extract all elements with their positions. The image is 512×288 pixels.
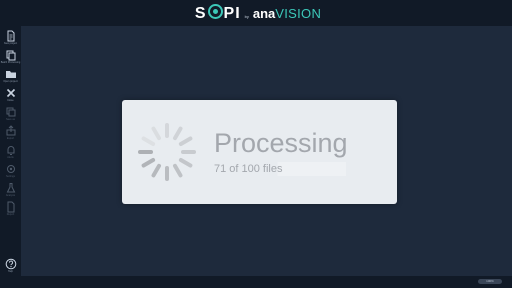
sidebar-item-help[interactable]: Help [0, 258, 21, 273]
sidebar-item-settings[interactable]: Settings [0, 163, 21, 178]
sidebar-item-save-as[interactable]: Save as [0, 106, 21, 121]
document-icon [7, 30, 14, 42]
sidebar-item-alerts[interactable]: Alerts [0, 144, 21, 159]
app-window: S PI by ana VISION New project Batch Proc… [0, 0, 512, 288]
status-bar: 100% [0, 276, 512, 288]
sidebar-item-label: Open project [3, 80, 18, 83]
logo-o-icon [207, 3, 223, 19]
sidebar-item-open-project[interactable]: Open project [0, 68, 21, 83]
flask-icon [6, 183, 15, 193]
sidebar-item-export[interactable]: Export [0, 125, 21, 140]
sidebar-item-new-project[interactable]: New project [0, 30, 21, 45]
folder-icon [5, 71, 16, 78]
brand-vision: VISION [275, 5, 322, 21]
sidebar-item-label: Report [6, 213, 15, 216]
duplicate-icon [6, 107, 15, 117]
brand-ana: ana [252, 5, 276, 21]
sidebar-item-label: Batch Processing [0, 61, 21, 64]
sidebar-item-label: Save as [5, 118, 16, 121]
sidebar-item-close[interactable]: Close [0, 87, 21, 102]
copy-icon [6, 50, 15, 61]
sidebar-item-label: New project [3, 42, 18, 45]
sidebar-item-label: Help [7, 270, 14, 273]
export-icon [6, 125, 15, 136]
top-bar: S PI by ana VISION [0, 0, 512, 26]
brand-sopi: S PI [194, 3, 241, 22]
sidebar-item-report[interactable]: Report [0, 201, 21, 216]
settings-icon [6, 165, 15, 173]
sidebar: New project Batch Processing Open projec… [0, 26, 21, 276]
brand-by: by [244, 13, 249, 19]
sidebar-item-label: Export [6, 137, 15, 140]
sidebar-item-analysis[interactable]: Analysis [0, 182, 21, 197]
app-logo: S PI by ana VISION [194, 3, 322, 23]
sidebar-item-label: Alerts [7, 156, 14, 159]
processing-title: Processing [214, 128, 348, 158]
sidebar-item-label: Analysis [5, 194, 16, 197]
help-icon [5, 258, 16, 270]
loading-spinner-icon [138, 123, 196, 181]
processing-progress-text: 71 of 100 files [214, 162, 346, 176]
sidebar-item-batch-processing[interactable]: Batch Processing [0, 49, 21, 64]
close-icon [6, 88, 15, 98]
zoom-control[interactable]: 100% [478, 279, 502, 284]
sidebar-item-label: Settings [5, 175, 16, 178]
sidebar-item-label: Close [7, 99, 14, 102]
file-icon [7, 201, 14, 213]
bell-icon [7, 146, 14, 155]
